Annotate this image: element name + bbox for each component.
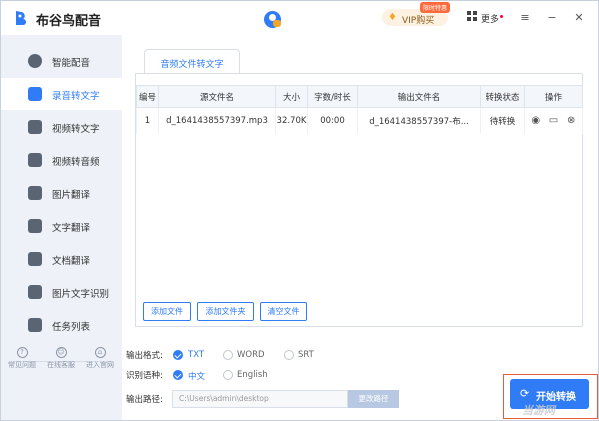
language-row: 识别语种: 中文 English xyxy=(126,369,356,383)
app-logo-icon xyxy=(16,11,26,25)
website-label: 进入官网 xyxy=(86,361,114,369)
more-menu[interactable]: 更多 xyxy=(481,12,499,25)
sidebar-item-video-to-text[interactable]: 视频转文字 xyxy=(1,111,122,143)
ocr-icon xyxy=(28,285,42,299)
format-srt-label[interactable]: SRT xyxy=(298,350,314,360)
column-header: 转换状态 xyxy=(480,85,525,108)
output-format-row: 输出格式: TXT WORD SRT xyxy=(126,349,356,363)
column-header: 输出文件名 xyxy=(357,85,481,108)
sidebar: 智能配音 录音转文字 视频转文字 视频转音频 图片翻译 文字翻译 文档翻译 图片… xyxy=(1,35,122,420)
format-word-radio[interactable] xyxy=(223,350,233,360)
clear-files-button[interactable]: 清空文件 xyxy=(260,302,307,321)
sidebar-item-label: 录音转文字 xyxy=(52,91,100,102)
support-link[interactable]: ☺ 在线客服 xyxy=(41,347,81,370)
preview-eye-icon[interactable]: ◉ xyxy=(530,115,541,126)
menu-icon[interactable]: ≡ xyxy=(519,12,531,24)
user-avatar[interactable] xyxy=(264,11,281,28)
close-icon[interactable]: ✕ xyxy=(573,12,585,24)
tab-label: 音频文件转文字 xyxy=(160,60,224,70)
more-icon[interactable] xyxy=(467,11,477,21)
sidebar-item-record-to-text[interactable]: 录音转文字 xyxy=(1,78,122,110)
image-icon xyxy=(28,186,42,200)
file-panel: 编号 源文件名 大小 字数/时长 输出文件名 转换状态 操作 1 d_16414… xyxy=(135,73,583,327)
table-header-row: 编号 源文件名 大小 字数/时长 输出文件名 转换状态 操作 xyxy=(136,85,583,108)
add-file-button[interactable]: 添加文件 xyxy=(143,302,191,321)
output-path-field[interactable]: C:\Users\admin\desktop xyxy=(172,390,348,408)
vip-promo-badge: 限时特惠 xyxy=(420,2,451,13)
convert-icon: ⟳ xyxy=(520,387,530,400)
sidebar-item-label: 任务列表 xyxy=(52,322,91,333)
notification-dot xyxy=(500,15,503,18)
language-chinese-label[interactable]: 中文 xyxy=(188,370,205,382)
output-path-row: 输出路径: xyxy=(126,393,171,407)
language-english-label[interactable]: English xyxy=(237,370,268,380)
file-table: 编号 源文件名 大小 字数/时长 输出文件名 转换状态 操作 1 d_16414… xyxy=(136,85,583,134)
watermark: 当游网 xyxy=(522,404,555,417)
format-srt-radio[interactable] xyxy=(284,350,294,360)
cell-actions: ◉ ▭ ⊗ xyxy=(524,107,583,134)
sidebar-item-label: 智能配音 xyxy=(52,58,91,69)
language-chinese-radio[interactable] xyxy=(173,370,183,380)
sidebar-item-document-translate[interactable]: 文档翻译 xyxy=(1,243,122,275)
format-txt-radio[interactable] xyxy=(173,350,183,360)
cell-source-file: d_1641438557397.mp3 xyxy=(158,107,276,134)
output-path-label: 输出路径: xyxy=(126,395,163,405)
add-folder-button[interactable]: 添加文件夹 xyxy=(197,302,254,321)
cell-output-file: d_1641438557397-布... xyxy=(357,107,481,134)
website-link[interactable]: ⌂ 进入官网 xyxy=(80,347,120,370)
support-icon: ☺ xyxy=(55,347,67,358)
cell-status: 待转换 xyxy=(480,107,525,134)
change-path-button[interactable]: 更改路径 xyxy=(348,390,399,408)
format-word-label[interactable]: WORD xyxy=(237,350,265,360)
sidebar-item-smart-dubbing[interactable]: 智能配音 xyxy=(1,45,122,77)
video-icon xyxy=(28,120,42,134)
language-label: 识别语种: xyxy=(126,371,163,381)
sidebar-item-label: 视频转文字 xyxy=(52,124,100,135)
start-convert-label: 开始转换 xyxy=(536,392,576,403)
cell-size: 32.70K xyxy=(275,107,308,134)
column-header: 编号 xyxy=(136,85,159,108)
open-folder-icon[interactable]: ▭ xyxy=(548,115,559,126)
cell-duration: 00:00 xyxy=(307,107,358,134)
output-format-label: 输出格式: xyxy=(126,351,163,361)
video-audio-icon xyxy=(28,153,42,167)
column-header: 操作 xyxy=(524,85,583,108)
document-icon xyxy=(28,252,42,266)
column-header: 字数/时长 xyxy=(307,85,358,108)
cell-number: 1 xyxy=(136,107,159,134)
website-icon: ⌂ xyxy=(94,347,106,358)
table-row[interactable]: 1 d_1641438557397.mp3 32.70K 00:00 d_164… xyxy=(136,107,583,134)
app-title: 布谷鸟配音 xyxy=(36,14,102,29)
column-header: 源文件名 xyxy=(158,85,276,108)
support-label: 在线客服 xyxy=(47,361,75,369)
tab-audio-to-text[interactable]: 音频文件转文字 xyxy=(144,49,240,73)
vip-label: VIP购买 xyxy=(402,16,435,26)
vip-purchase-button[interactable]: ♦ VIP购买 限时特惠 xyxy=(382,2,451,26)
tasks-icon xyxy=(28,318,42,332)
sidebar-item-label: 视频转音频 xyxy=(52,157,100,168)
sidebar-item-task-list[interactable]: 任务列表 xyxy=(1,309,122,341)
voice-icon xyxy=(28,54,42,68)
sidebar-item-image-translate[interactable]: 图片翻译 xyxy=(1,177,122,209)
text-icon xyxy=(28,219,42,233)
sidebar-item-label: 图片文字识别 xyxy=(52,289,110,300)
diamond-icon: ♦ xyxy=(388,12,397,23)
sidebar-item-label: 文档翻译 xyxy=(52,256,91,267)
sidebar-item-ocr[interactable]: 图片文字识别 xyxy=(1,276,122,308)
faq-label: 常见问题 xyxy=(8,361,36,369)
minimize-icon[interactable]: − xyxy=(546,12,558,24)
sidebar-item-text-translate[interactable]: 文字翻译 xyxy=(1,210,122,242)
language-english-radio[interactable] xyxy=(223,370,233,380)
question-icon: ? xyxy=(16,347,28,358)
sidebar-item-label: 文字翻译 xyxy=(52,223,91,234)
format-txt-label[interactable]: TXT xyxy=(188,350,204,360)
sidebar-item-label: 图片翻译 xyxy=(52,190,91,201)
record-icon xyxy=(28,87,42,101)
column-header: 大小 xyxy=(275,85,308,108)
delete-icon[interactable]: ⊗ xyxy=(566,115,577,126)
title-bar: 布谷鸟配音 ♦ VIP购买 限时特惠 更多 ≡ − ✕ xyxy=(1,1,598,35)
app-window: 布谷鸟配音 ♦ VIP购买 限时特惠 更多 ≡ − ✕ 智能配音 录音转文字 视… xyxy=(0,0,599,421)
faq-link[interactable]: ? 常见问题 xyxy=(2,347,42,370)
sidebar-item-video-to-audio[interactable]: 视频转音频 xyxy=(1,144,122,176)
